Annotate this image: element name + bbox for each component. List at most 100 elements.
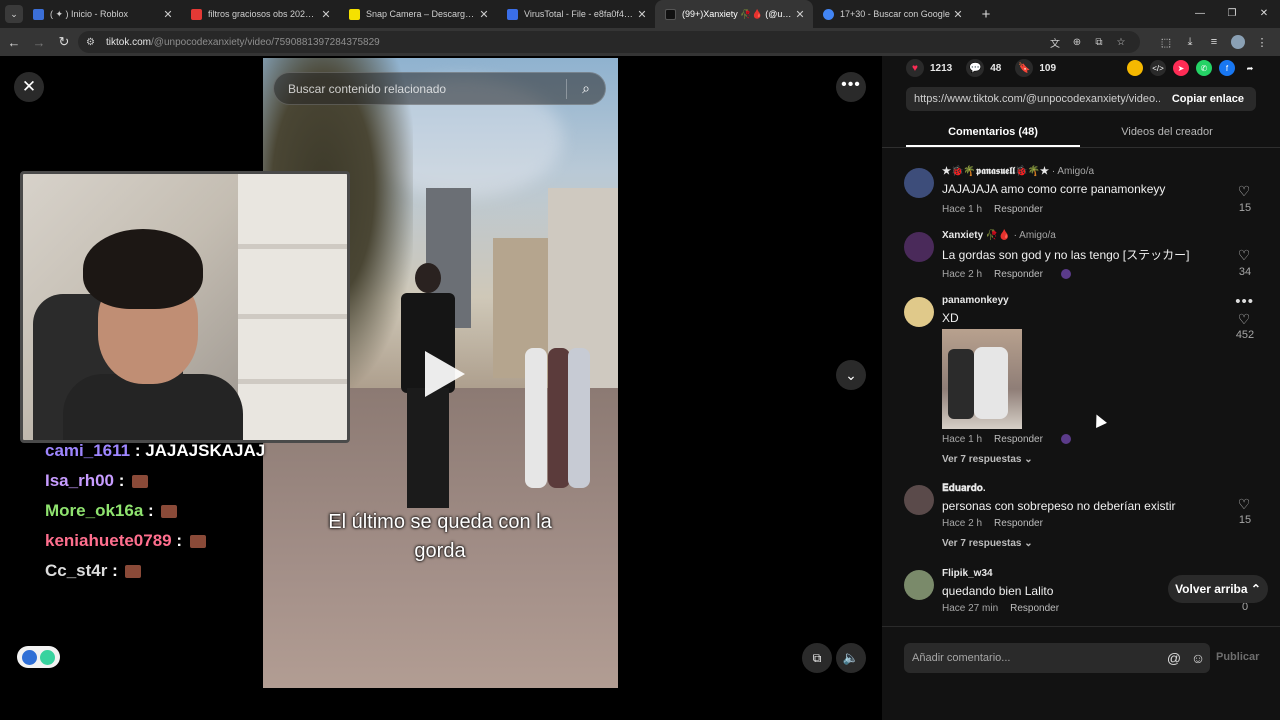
facebook-icon[interactable]: f xyxy=(1219,60,1235,76)
reply-button[interactable]: Responder xyxy=(994,204,1043,215)
video-stats: ♥ 1213 💬 48 🔖 109 </> ➤ ✆ f ➦ xyxy=(882,56,1280,80)
share-arrow-icon[interactable]: ➦ xyxy=(1242,60,1258,76)
video-player[interactable]: Buscar contenido relacionado ⌕ ✕ ••• ⌄ ⧉… xyxy=(0,56,882,720)
comment-image[interactable] xyxy=(942,329,1022,429)
comment-more-icon[interactable]: ••• xyxy=(1235,293,1254,310)
close-tab-icon[interactable]: ✕ xyxy=(951,8,965,21)
avatar[interactable] xyxy=(904,485,934,515)
embed-icon[interactable]: </> xyxy=(1150,60,1166,76)
comment-username[interactable]: Flipik_w34 xyxy=(942,568,993,579)
tab-creator-videos[interactable]: Videos del creador xyxy=(1080,116,1254,147)
menu-icon[interactable]: ⋮ xyxy=(1250,36,1274,49)
avatar[interactable] xyxy=(904,297,934,327)
emoji-icon[interactable]: ☺ xyxy=(1186,650,1210,666)
like-stat[interactable]: ♥ 1213 xyxy=(906,59,952,77)
bookmark-star-icon[interactable]: ☆ xyxy=(1110,37,1132,48)
stream-status-badge[interactable] xyxy=(17,646,60,668)
virustotal-favicon-icon xyxy=(507,8,518,20)
comment-time: Hace 27 min xyxy=(942,603,999,614)
panel-tabs: Comentarios (48) Videos del creador xyxy=(882,116,1280,148)
comment-username[interactable]: Xanxiety 🥀🩸 · Amigo/a xyxy=(942,230,1056,241)
floating-player-button[interactable]: ⧉ xyxy=(802,643,832,673)
repost-icon[interactable] xyxy=(1127,60,1143,76)
comment-like-icon[interactable]: ♡ xyxy=(1234,311,1254,328)
site-info-icon[interactable]: ⚙ xyxy=(86,37,102,48)
search-placeholder: Buscar contenido relacionado xyxy=(288,81,447,96)
back-icon[interactable]: ← xyxy=(3,35,25,50)
tab-comments[interactable]: Comentarios (48) xyxy=(906,116,1080,147)
comment-like-icon[interactable]: ♡ xyxy=(1234,183,1254,200)
reload-icon[interactable]: ↻ xyxy=(53,34,75,50)
restore-icon[interactable]: ❐ xyxy=(1216,0,1248,28)
zoom-icon[interactable]: ⊕ xyxy=(1066,37,1088,48)
video-link-text[interactable]: https://www.tiktok.com/@unpocodexanxiety… xyxy=(906,93,1160,105)
publish-button[interactable]: Publicar xyxy=(1216,651,1259,663)
install-app-icon[interactable]: ⧉ xyxy=(1088,37,1110,48)
reply-button[interactable]: Responder xyxy=(994,434,1043,445)
comment-stat[interactable]: 💬 48 xyxy=(966,59,1001,77)
emote-icon xyxy=(189,535,206,549)
related-search-input[interactable]: Buscar contenido relacionado ⌕ xyxy=(273,72,606,105)
profile-avatar[interactable] xyxy=(1231,35,1245,49)
comment-username[interactable]: ★🐞🌴𝖕𝖆𝖓𝖆𝖘𝖚𝖊𝖑𝖑🐞🌴★ · Amigo/a xyxy=(942,166,1094,177)
tab-title: ( ✦ ) Inicio - Roblox xyxy=(50,8,129,19)
comment-like-icon[interactable]: ♡ xyxy=(1234,247,1254,264)
browser-tab[interactable]: Snap Camera – Descargando ✕ xyxy=(339,0,497,28)
tab-search-button[interactable]: ⌄ xyxy=(5,5,23,23)
close-video-button[interactable]: ✕ xyxy=(14,72,44,102)
volume-button[interactable]: 🔈 xyxy=(836,643,866,673)
comment-time: Hace 2 h xyxy=(942,518,983,529)
new-tab-button[interactable]: + xyxy=(975,6,997,23)
reply-button[interactable]: Responder xyxy=(994,269,1043,280)
reply-button[interactable]: Responder xyxy=(994,518,1043,529)
copy-link-button[interactable]: Copiar enlace xyxy=(1160,93,1256,105)
more-options-button[interactable]: ••• xyxy=(836,72,866,102)
close-tab-icon[interactable]: ✕ xyxy=(635,8,649,21)
close-tab-icon[interactable]: ✕ xyxy=(477,8,491,21)
address-bar[interactable]: ⚙ tiktok.com/@unpocodexanxiety/video/759… xyxy=(78,31,1140,53)
tab-title: VirusTotal - File - e8fa0f4afd87f xyxy=(524,9,635,19)
play-icon[interactable] xyxy=(425,351,465,397)
browser-tab-bar: ⌄ ( ✦ ) Inicio - Roblox ✕ filtros gracio… xyxy=(0,0,1280,28)
close-tab-icon[interactable]: ✕ xyxy=(319,8,333,21)
close-window-icon[interactable]: ✕ xyxy=(1248,0,1280,28)
browser-tab[interactable]: VirusTotal - File - e8fa0f4afd87f ✕ xyxy=(497,0,655,28)
media-controls-icon[interactable]: ≡ xyxy=(1202,36,1226,48)
avatar[interactable] xyxy=(904,570,934,600)
snap-camera-favicon-icon xyxy=(349,8,360,20)
comment-text: personas con sobrepeso no deberían exist… xyxy=(942,499,1176,513)
back-to-top-button[interactable]: Volver arriba ⌃ xyxy=(1168,575,1268,603)
minimize-icon[interactable]: — xyxy=(1184,0,1216,28)
browser-toolbar: ← → ↻ ⚙ tiktok.com/@unpocodexanxiety/vid… xyxy=(0,28,1280,56)
extensions-icon[interactable]: ⬚ xyxy=(1154,36,1178,49)
save-stat[interactable]: 🔖 109 xyxy=(1015,59,1056,77)
avatar[interactable] xyxy=(904,232,934,262)
comment-like-icon[interactable]: ♡ xyxy=(1234,496,1254,513)
whatsapp-icon[interactable]: ✆ xyxy=(1196,60,1212,76)
browser-tab-active[interactable]: (99+)Xanxiety 🥀🩸 (@unpoco ✕ xyxy=(655,0,813,28)
close-tab-icon[interactable]: ✕ xyxy=(161,8,175,21)
comment-username[interactable]: 𝐄𝐝𝐮𝐚𝐫𝐝𝐨. xyxy=(942,483,986,494)
browser-tab[interactable]: filtros graciosos obs 2025 - You ✕ xyxy=(181,0,339,28)
comment-username[interactable]: panamonkeyy xyxy=(942,295,1009,306)
emote-icon xyxy=(125,565,142,579)
url-text: tiktok.com/@unpocodexanxiety/video/75908… xyxy=(106,36,380,48)
close-tab-icon[interactable]: ✕ xyxy=(793,8,807,21)
download-icon[interactable]: ⤓ xyxy=(1178,36,1202,49)
reply-button[interactable]: Responder xyxy=(1010,603,1059,614)
browser-tab[interactable]: 17+30 - Buscar con Google ✕ xyxy=(813,0,971,28)
comment-icon: 💬 xyxy=(966,59,985,77)
mention-icon[interactable]: @ xyxy=(1162,650,1186,666)
view-replies-button[interactable]: Ver 7 respuestas ⌄ xyxy=(942,538,1033,549)
translate-icon[interactable]: 文 xyxy=(1044,35,1066,50)
search-icon[interactable]: ⌕ xyxy=(567,80,605,97)
browser-tab[interactable]: ( ✦ ) Inicio - Roblox ✕ xyxy=(23,0,181,28)
view-replies-button[interactable]: Ver 7 respuestas ⌄ xyxy=(942,454,1033,465)
video-link-box: https://www.tiktok.com/@unpocodexanxiety… xyxy=(906,87,1256,111)
comment-input[interactable]: Añadir comentario... @ ☺ xyxy=(904,643,1210,673)
avatar[interactable] xyxy=(904,168,934,198)
send-icon[interactable]: ➤ xyxy=(1173,60,1189,76)
forward-icon[interactable]: → xyxy=(28,35,50,50)
next-video-button[interactable]: ⌄ xyxy=(836,360,866,390)
tab-title: (99+)Xanxiety 🥀🩸 (@unpoco xyxy=(682,8,793,19)
